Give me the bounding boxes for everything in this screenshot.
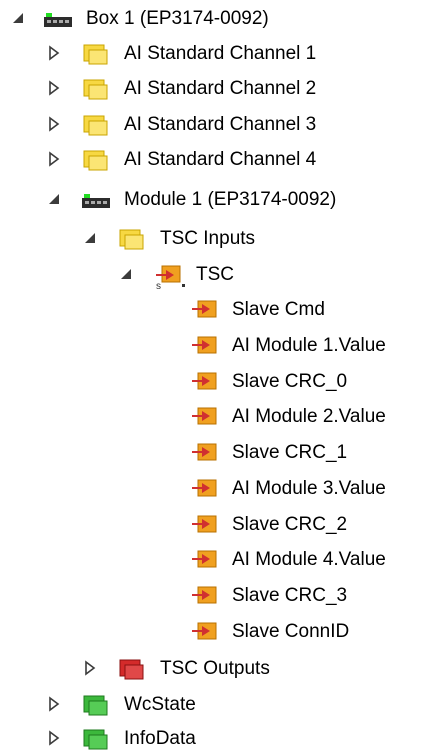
input-variable-icon: [190, 619, 218, 645]
input-variable-icon: [190, 440, 218, 466]
green-folder-icon: [82, 726, 110, 752]
svg-text:s: s: [156, 281, 161, 290]
input-variable-icon: [190, 476, 218, 502]
node-label: AI Module 2.Value: [232, 406, 386, 427]
node-label: AI Standard Channel 4: [124, 149, 317, 170]
tree-node-wcstate[interactable]: WcState: [0, 688, 427, 722]
tree-node-ai-module-3-value[interactable]: AI Module 3.Value: [0, 472, 427, 506]
node-label: AI Standard Channel 2: [124, 78, 317, 99]
tree-node-slave-connid[interactable]: Slave ConnID: [0, 615, 427, 649]
expanded-arrow-icon[interactable]: [118, 266, 134, 282]
input-variable-linked-icon: s: [152, 262, 185, 290]
node-label: Slave CRC_3: [232, 585, 348, 606]
input-variable-icon: [190, 369, 218, 395]
tree-node-tsc-outputs[interactable]: TSC Outputs: [0, 652, 427, 686]
green-folder-icon: [82, 692, 110, 718]
tree-node-tsc[interactable]: s TSC: [0, 258, 427, 292]
tree-node-ai-standard-channel-1[interactable]: AI Standard Channel 1: [0, 37, 427, 71]
tree-node-ai-standard-channel-3[interactable]: AI Standard Channel 3: [0, 108, 427, 142]
node-label: AI Module 1.Value: [232, 335, 386, 356]
input-variable-icon: [190, 547, 218, 573]
node-label: TSC Outputs: [160, 658, 270, 679]
node-label: Slave CRC_1: [232, 442, 348, 463]
tree-node-slave-crc-0[interactable]: Slave CRC_0: [0, 365, 427, 399]
collapsed-arrow-icon[interactable]: [46, 80, 62, 96]
node-label: WcState: [124, 694, 196, 715]
node-label: Slave CRC_0: [232, 371, 348, 392]
tree-view: Box 1 (EP3174-0092) AI Standard Channel …: [0, 0, 427, 754]
tree-node-ai-module-4-value[interactable]: AI Module 4.Value: [0, 543, 427, 577]
collapsed-arrow-icon[interactable]: [82, 660, 98, 676]
ethercat-box-icon: [82, 187, 110, 213]
input-variable-icon: [190, 512, 218, 538]
collapsed-arrow-icon[interactable]: [46, 730, 62, 746]
yellow-folder-icon: [82, 112, 110, 138]
tree-node-box-1[interactable]: Box 1 (EP3174-0092): [0, 2, 427, 36]
tree-node-tsc-inputs[interactable]: TSC Inputs: [0, 222, 427, 256]
tree-node-slave-crc-2[interactable]: Slave CRC_2: [0, 508, 427, 542]
yellow-folder-icon: [82, 147, 110, 173]
collapsed-arrow-icon[interactable]: [46, 151, 62, 167]
tree-node-slave-crc-3[interactable]: Slave CRC_3: [0, 579, 427, 613]
node-label: AI Module 3.Value: [232, 478, 386, 499]
input-variable-icon: [190, 404, 218, 430]
yellow-folder-icon: [118, 226, 146, 252]
tree-node-infodata[interactable]: InfoData: [0, 722, 427, 754]
node-label: Slave CRC_2: [232, 514, 348, 535]
tree-node-slave-cmd[interactable]: Slave Cmd: [0, 293, 427, 327]
node-label: AI Module 4.Value: [232, 549, 386, 570]
input-variable-icon: [190, 583, 218, 609]
node-label: TSC: [196, 264, 234, 285]
collapsed-arrow-icon[interactable]: [46, 116, 62, 132]
tree-node-module-1[interactable]: Module 1 (EP3174-0092): [0, 183, 427, 217]
yellow-folder-icon: [82, 41, 110, 67]
expanded-arrow-icon[interactable]: [10, 10, 26, 26]
red-folder-icon: [118, 656, 146, 682]
node-label: AI Standard Channel 3: [124, 114, 317, 135]
node-label: InfoData: [124, 728, 196, 749]
yellow-folder-icon: [82, 76, 110, 102]
expanded-arrow-icon[interactable]: [46, 191, 62, 207]
collapsed-arrow-icon[interactable]: [46, 696, 62, 712]
node-label: Slave ConnID: [232, 621, 350, 642]
node-label: Module 1 (EP3174-0092): [124, 189, 337, 210]
tree-node-ai-module-2-value[interactable]: AI Module 2.Value: [0, 400, 427, 434]
expanded-arrow-icon[interactable]: [82, 230, 98, 246]
ethercat-box-icon: [44, 6, 72, 32]
node-label: Box 1 (EP3174-0092): [86, 8, 269, 29]
input-variable-icon: [190, 333, 218, 359]
input-variable-icon: [190, 297, 218, 323]
node-label: AI Standard Channel 1: [124, 43, 317, 64]
node-label: TSC Inputs: [160, 228, 256, 249]
tree-node-ai-standard-channel-4[interactable]: AI Standard Channel 4: [0, 143, 427, 177]
node-label: Slave Cmd: [232, 299, 325, 320]
tree-node-ai-standard-channel-2[interactable]: AI Standard Channel 2: [0, 72, 427, 106]
tree-node-slave-crc-1[interactable]: Slave CRC_1: [0, 436, 427, 470]
tree-node-ai-module-1-value[interactable]: AI Module 1.Value: [0, 329, 427, 363]
collapsed-arrow-icon[interactable]: [46, 45, 62, 61]
